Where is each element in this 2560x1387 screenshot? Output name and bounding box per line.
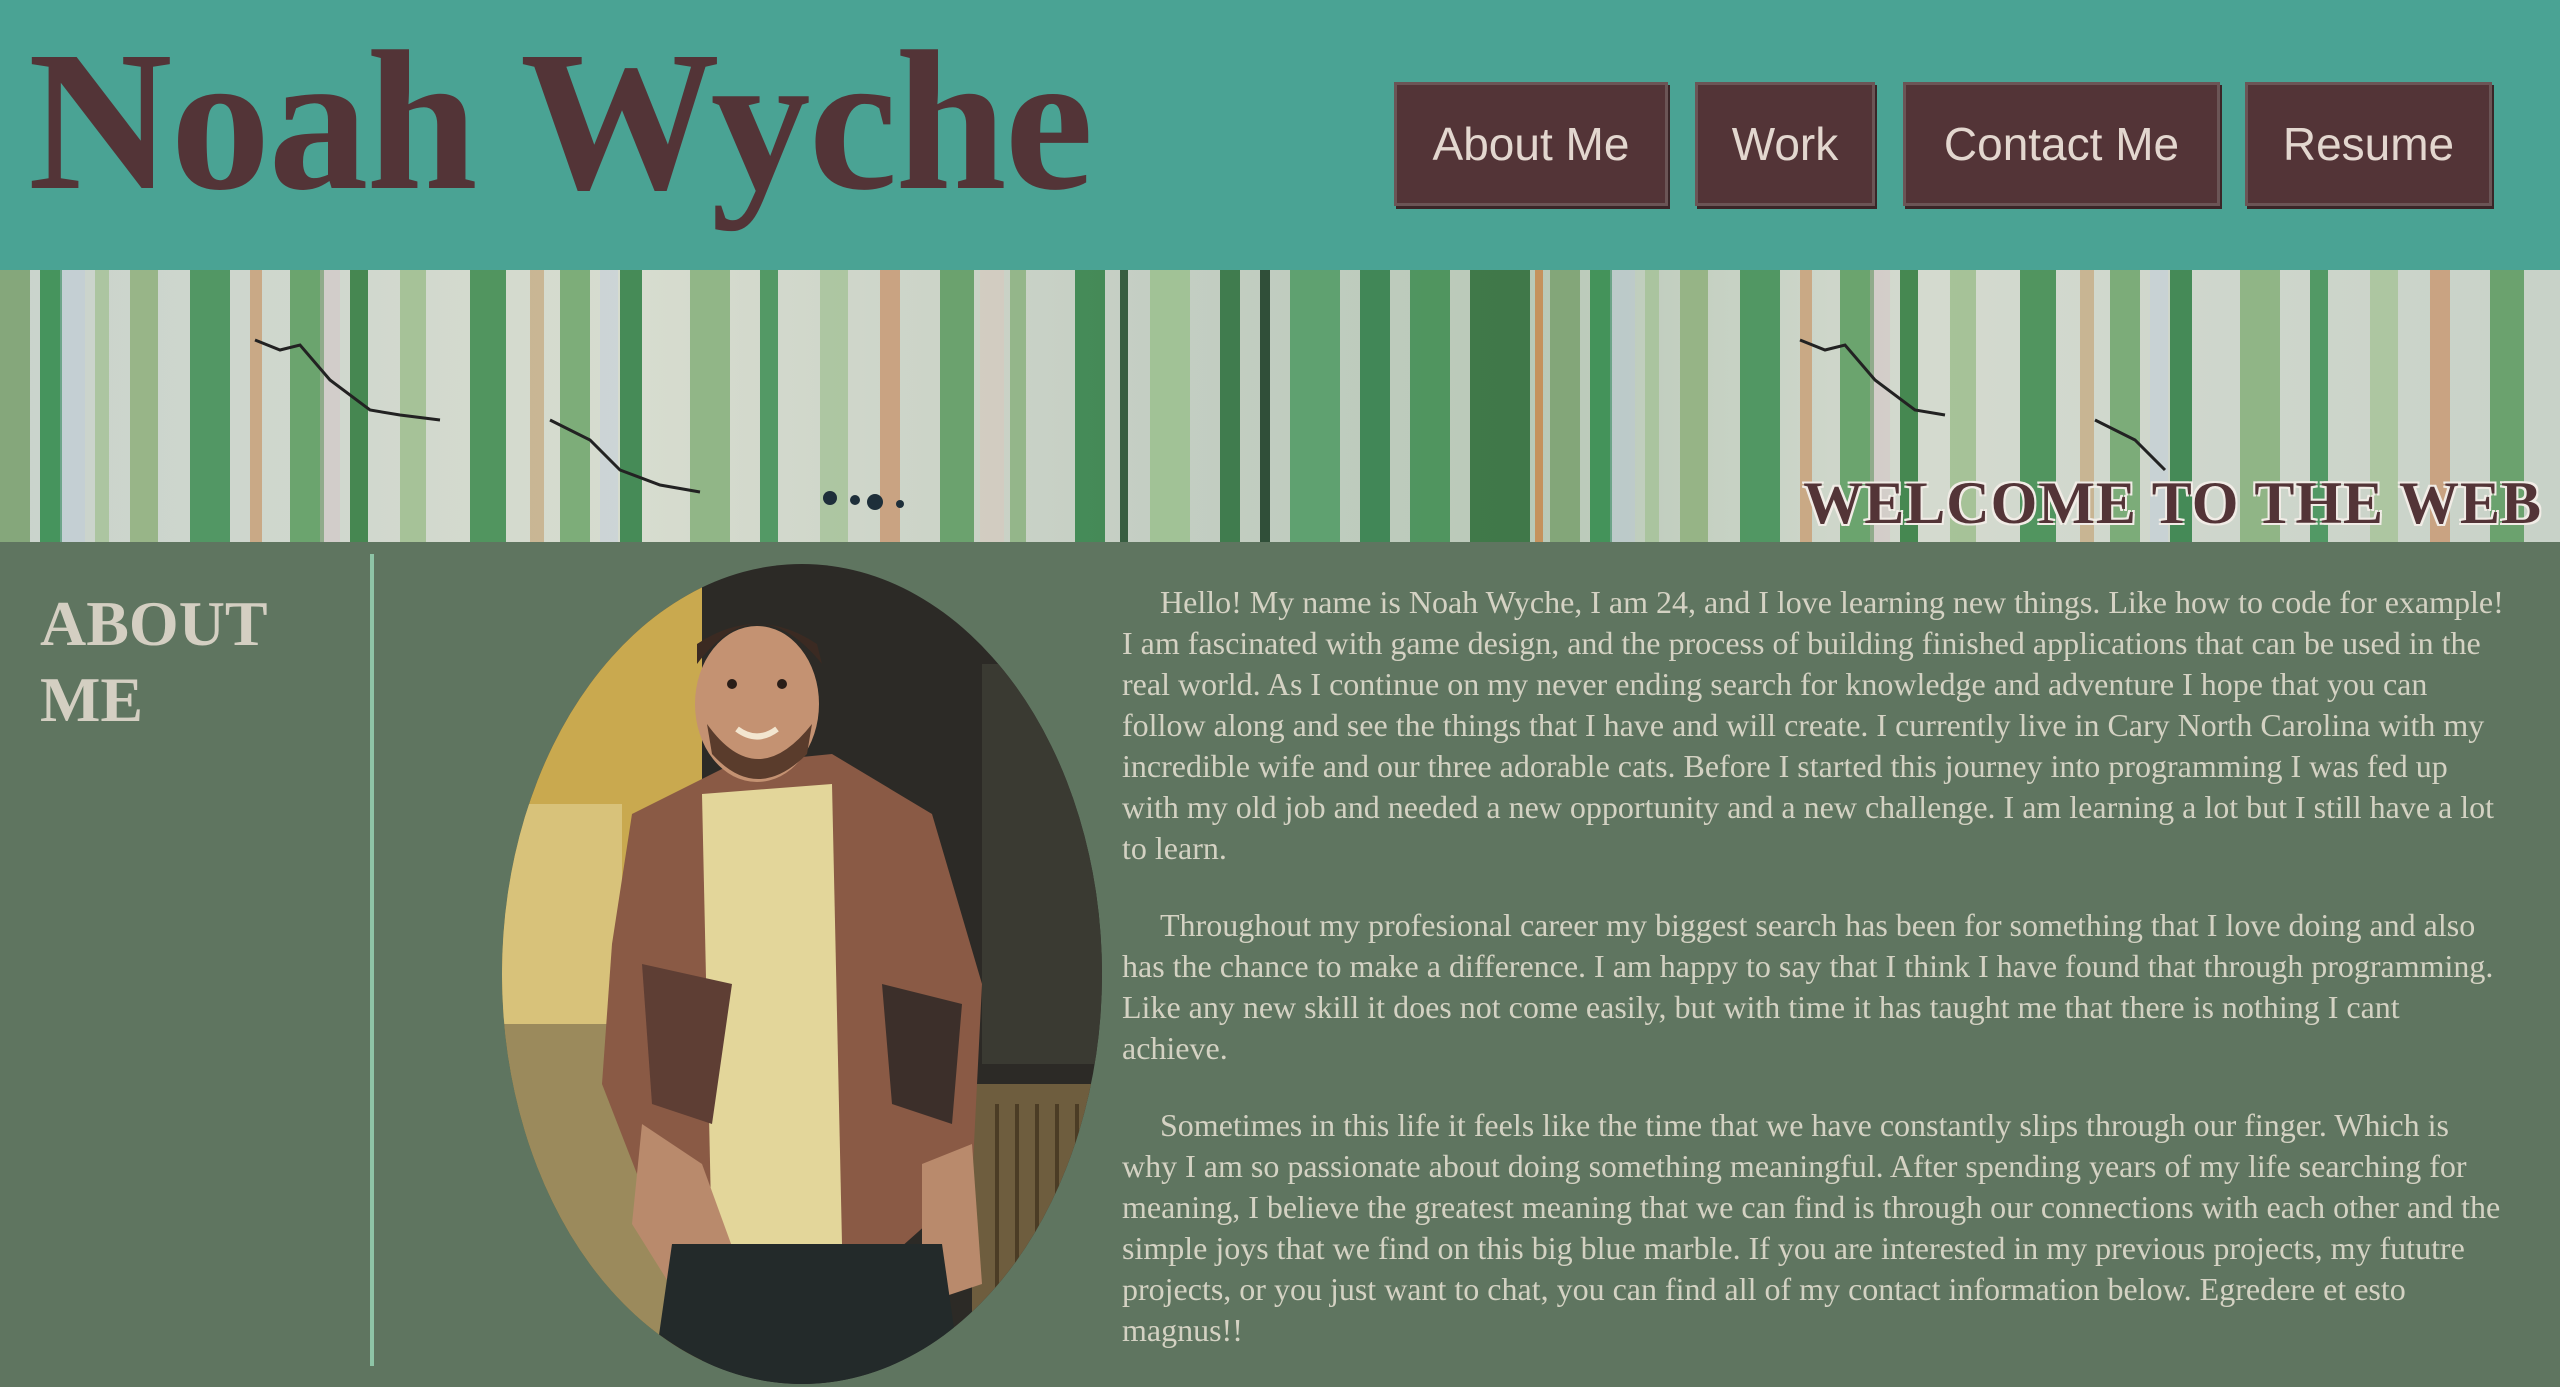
bio-paragraph: Hello! My name is Noah Wyche, I am 24, a… — [1122, 584, 2504, 866]
about-bio: Hello! My name is Noah Wyche, I am 24, a… — [1122, 582, 2512, 1387]
nav-about-me-button[interactable]: About Me — [1394, 82, 1668, 206]
nav-contact-me-button[interactable]: Contact Me — [1903, 82, 2220, 206]
hero-banner: WELCOME TO THE WEB — [0, 270, 2560, 542]
about-heading: ABOUT ME — [40, 588, 267, 735]
about-section: ABOUT ME Hello! My name is Noah Wyche, I… — [0, 542, 2560, 1384]
section-divider — [370, 554, 374, 1366]
nav-work-button[interactable]: Work — [1695, 82, 1875, 206]
profile-photo — [502, 564, 1102, 1384]
site-header: Noah Wyche About Me Work Contact Me Resu… — [0, 0, 2560, 270]
banner-caption: WELCOME TO THE WEB — [1803, 470, 2542, 536]
bio-paragraph: Sometimes in this life it feels like the… — [1122, 1107, 2501, 1348]
main-nav: About Me Work Contact Me Resume — [0, 82, 2560, 206]
bio-paragraph: Throughout my profesional career my bigg… — [1122, 907, 2494, 1066]
nav-resume-button[interactable]: Resume — [2245, 82, 2492, 206]
